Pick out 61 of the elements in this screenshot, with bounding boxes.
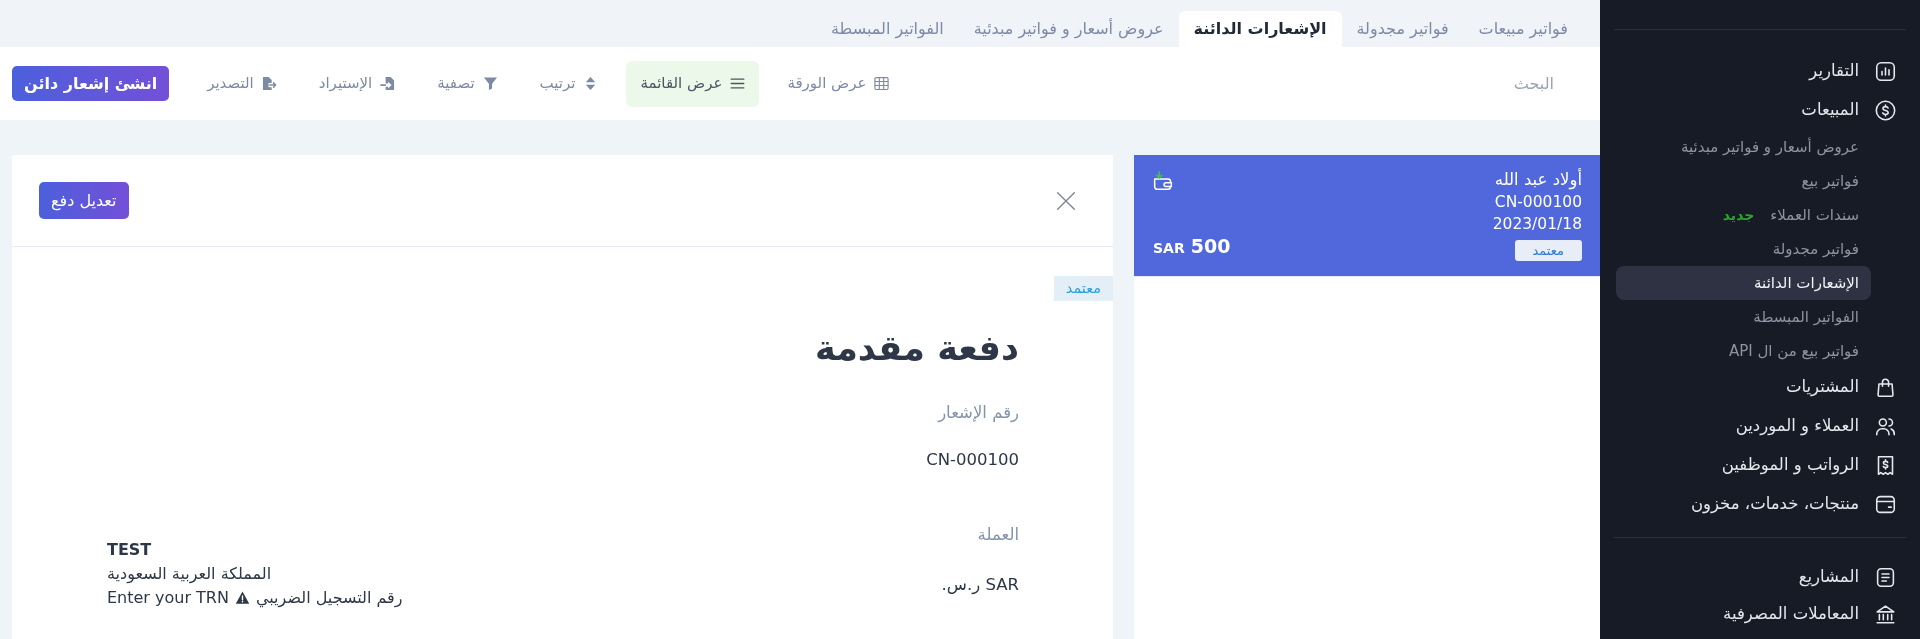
status-tag: معتمد: [1053, 276, 1113, 301]
sidebar-subitem[interactable]: فواتير بيع: [1616, 164, 1871, 198]
grid-icon: [874, 76, 890, 91]
file-export-icon: [261, 76, 277, 91]
new-tag: جديد: [1722, 204, 1755, 226]
close-icon[interactable]: [1056, 190, 1076, 211]
users-icon: [1875, 416, 1896, 437]
dollar-circle-icon: [1875, 100, 1896, 121]
search-field[interactable]: البحث: [917, 63, 1556, 104]
shopping-bag-icon: [1875, 377, 1896, 398]
view-toggle[interactable]: عرض الورقة: [773, 60, 904, 107]
tab[interactable]: فواتير مجدولة: [1341, 11, 1464, 47]
tab[interactable]: عروض أسعار و فواتير مبدئية: [958, 11, 1179, 47]
document-icon: [1875, 567, 1896, 588]
toolbar-button[interactable]: التصدير: [193, 60, 291, 107]
note-number: CN-000100: [1494, 192, 1582, 213]
sidebar-item[interactable]: العملاء و الموردين: [1614, 407, 1906, 446]
sidebar-subitem[interactable]: عروض أسعار و فواتير مبدئية: [1616, 130, 1871, 164]
file-import-icon: [380, 76, 396, 91]
tax-number-label: رقم التسجيل الضريبي: [255, 587, 403, 610]
field-value: CN-000100: [925, 449, 1019, 471]
tab[interactable]: الفواتير المبسطة: [816, 11, 959, 47]
sidebar-subitem[interactable]: فواتير مجدولة: [1616, 232, 1871, 266]
company-country: المملكة العربية السعودية: [107, 563, 272, 586]
tab[interactable]: فواتير مبيعات: [1463, 11, 1583, 47]
field-label: العملة: [976, 524, 1019, 546]
toolbar-button[interactable]: الإستيراد: [304, 60, 410, 107]
view-toggle[interactable]: عرض القائمة: [626, 60, 760, 107]
field-label: رقم الإشعار: [936, 402, 1019, 425]
edit-button[interactable]: تعديل دفع: [39, 182, 129, 219]
toolbar-button[interactable]: تصفية: [423, 60, 512, 107]
status-tag: معتمد: [1514, 240, 1582, 261]
customer-name: أولاد عبد الله: [1494, 168, 1582, 191]
note-date: 2023/01/18: [1492, 214, 1582, 235]
warning-icon: [234, 591, 250, 605]
filter-icon: [482, 76, 498, 91]
sidebar-item[interactable]: الرواتب و الموظفين: [1614, 446, 1906, 485]
create-button[interactable]: انشئ إشعار دائن: [12, 66, 170, 101]
tax-number-prompt: Enter your TRN: [107, 587, 229, 609]
toolbar-button[interactable]: ترتيب: [525, 60, 613, 107]
sidebar-item[interactable]: المشاريع: [1614, 559, 1906, 596]
document-title: دفعة مقدمة: [814, 327, 1019, 370]
list-icon: [730, 76, 746, 91]
wallet-icon: [1875, 494, 1896, 515]
field-value: SAR ر.س.: [940, 574, 1019, 597]
sidebar-subitem[interactable]: الفواتير المبسطة: [1616, 300, 1871, 334]
receipt-icon: [1875, 455, 1896, 476]
tab[interactable]: الإشعارات الدائنة: [1178, 11, 1342, 47]
sidebar-subitem[interactable]: الإشعارات الدائنة: [1616, 266, 1871, 300]
sidebar-item[interactable]: التقارير: [1614, 52, 1906, 91]
amount-text: SAR 500: [1153, 233, 1231, 259]
sidebar-item[interactable]: منتجات، خدمات، مخزون: [1614, 485, 1906, 524]
sidebar-subitem[interactable]: سندات العملاء جديد: [1616, 198, 1871, 232]
company-name: TEST: [107, 539, 152, 561]
bank-icon: [1875, 604, 1896, 625]
wallet-arrow-icon: [1153, 171, 1173, 191]
bar-chart-icon: [1875, 61, 1896, 82]
sidebar-item[interactable]: المبيعات: [1614, 91, 1906, 130]
sidebar-subitem[interactable]: فواتير بيع من ال API: [1616, 334, 1871, 368]
sidebar-item[interactable]: المعاملات المصرفية: [1614, 596, 1906, 633]
sidebar-item[interactable]: المشتريات: [1614, 368, 1906, 407]
